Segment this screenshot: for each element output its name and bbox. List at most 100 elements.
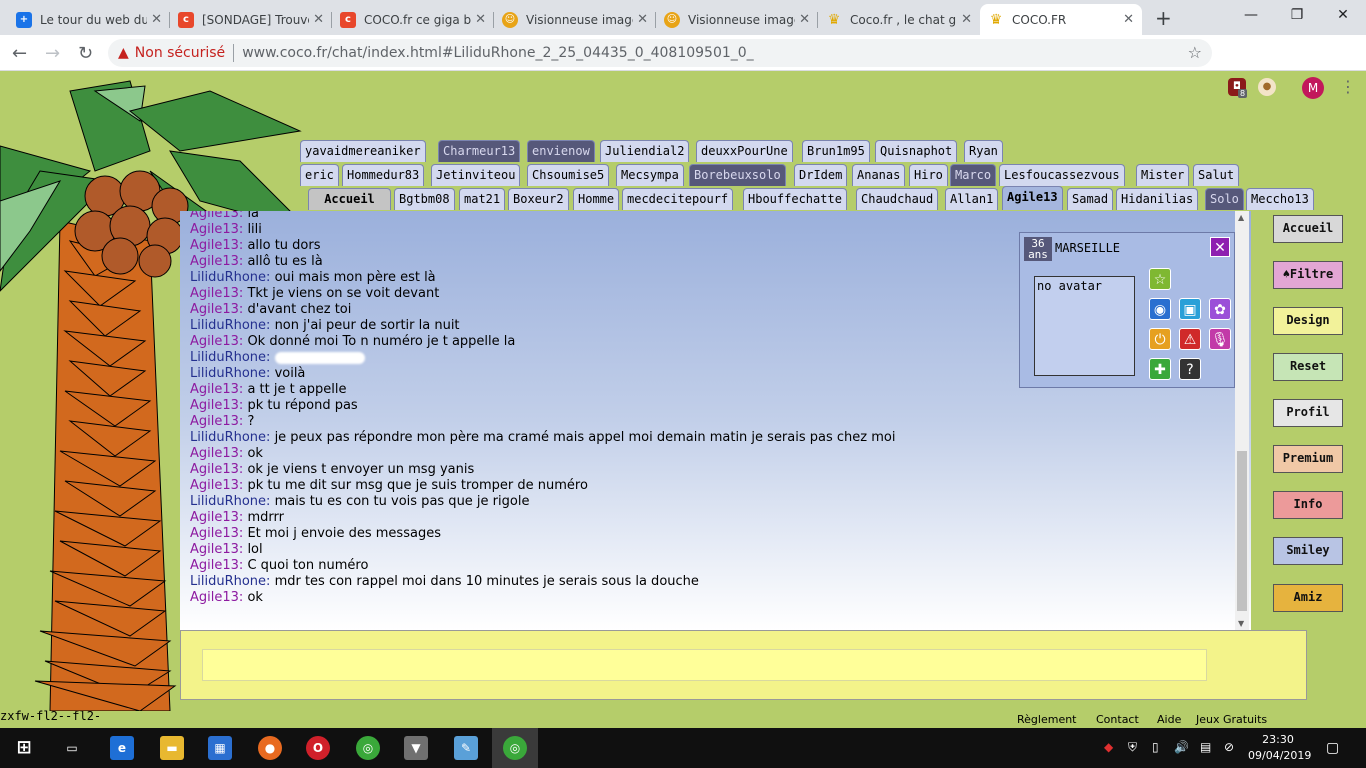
scrollbar-thumb[interactable] xyxy=(1237,451,1247,611)
chrome-icon[interactable]: ◎ xyxy=(356,736,380,760)
chat-tab[interactable]: Samad xyxy=(1067,188,1114,210)
chat-tab[interactable]: Hidanilias xyxy=(1116,188,1199,210)
chat-tab[interactable]: Hbouffechatte xyxy=(743,188,847,210)
chat-tab[interactable]: Bgtbm08 xyxy=(394,188,455,210)
message-nick[interactable]: Agile13 xyxy=(190,398,239,413)
close-window-icon[interactable]: ✕ xyxy=(1320,4,1366,28)
new-tab-icon[interactable]: + xyxy=(1155,6,1172,30)
alert-report-icon[interactable]: ⚠ xyxy=(1179,328,1201,350)
url-omnibox[interactable]: ▲ Non sécurisé www.coco.fr/chat/index.ht… xyxy=(108,39,1212,67)
message-nick[interactable]: Agile13 xyxy=(190,414,239,429)
chat-tab[interactable]: Mecsympa xyxy=(616,164,684,186)
notification-muted-icon[interactable]: ⊘ xyxy=(1224,740,1234,754)
message-nick[interactable]: LiliduRhone xyxy=(190,318,266,333)
message-nick[interactable]: Agile13 xyxy=(190,382,239,397)
message-nick[interactable]: Agile13 xyxy=(190,302,239,317)
chat-tab[interactable]: Homme xyxy=(573,188,620,210)
browser-tab[interactable]: ☺ Visionneuse image ✕ xyxy=(656,4,818,35)
message-nick[interactable]: Agile13 xyxy=(190,590,239,605)
flower-gift-icon[interactable]: ✿ xyxy=(1209,298,1231,320)
filtre-button[interactable]: ♠Filtre xyxy=(1273,261,1343,289)
message-nick[interactable]: Agile13 xyxy=(190,558,239,573)
close-tab-icon[interactable]: ✕ xyxy=(475,12,486,27)
windows-start-icon[interactable]: ⊞ xyxy=(12,736,36,760)
volume-icon[interactable]: 🔊 xyxy=(1174,740,1189,754)
close-tab-icon[interactable]: ✕ xyxy=(961,12,972,27)
chat-tab[interactable]: Charmeur13 xyxy=(438,140,521,162)
webcam-icon[interactable]: ◉ xyxy=(1149,298,1171,320)
close-tab-icon[interactable]: ✕ xyxy=(799,12,810,27)
paint-icon[interactable]: ✎ xyxy=(454,736,478,760)
maximize-icon[interactable]: ❐ xyxy=(1274,4,1320,28)
chat-tab[interactable]: Salut xyxy=(1193,164,1240,186)
close-tab-icon[interactable]: ✕ xyxy=(151,12,162,27)
network-icon[interactable]: ▤ xyxy=(1200,740,1211,754)
close-profile-icon[interactable]: ✕ xyxy=(1210,237,1230,257)
close-tab-icon[interactable]: ✕ xyxy=(637,12,648,27)
chat-tab[interactable]: Brun1m95 xyxy=(802,140,870,162)
message-nick[interactable]: LiliduRhone xyxy=(190,366,266,381)
message-nick[interactable]: LiliduRhone xyxy=(190,494,266,509)
info-button[interactable]: Info xyxy=(1273,491,1343,519)
close-tab-icon[interactable]: ✕ xyxy=(1123,12,1134,27)
scroll-up-arrow-icon[interactable]: ▲ xyxy=(1238,213,1244,222)
bookmark-star-icon[interactable]: ☆ xyxy=(1188,43,1202,62)
message-nick[interactable]: Agile13 xyxy=(190,222,239,237)
edge-icon[interactable]: e xyxy=(110,736,134,760)
amiz-button[interactable]: Amiz xyxy=(1273,584,1343,612)
message-nick[interactable]: LiliduRhone xyxy=(190,430,266,445)
message-nick[interactable]: LiliduRhone xyxy=(190,270,266,285)
task-view-icon[interactable]: ▭ xyxy=(60,736,84,760)
chat-tab[interactable]: Boxeur2 xyxy=(508,188,569,210)
chat-tab[interactable]: Meccho13 xyxy=(1246,188,1314,210)
microphone-icon[interactable]: 🎙 xyxy=(1209,328,1231,350)
chat-tab[interactable]: mat21 xyxy=(459,188,506,210)
system-clock[interactable]: 23:30 09/04/2019 xyxy=(1248,732,1311,764)
url-text[interactable]: www.coco.fr/chat/index.html#LiliduRhone_… xyxy=(242,45,754,61)
chat-scrollbar[interactable]: ▲ ▼ xyxy=(1235,211,1249,630)
accueil-button[interactable]: Accueil xyxy=(1273,215,1343,243)
chat-tab[interactable]: Mister xyxy=(1136,164,1190,186)
message-nick[interactable]: Agile13 xyxy=(190,542,239,557)
chat-tab[interactable]: Hiro xyxy=(909,164,948,186)
forward-icon[interactable]: → xyxy=(45,43,60,64)
chat-tab[interactable]: Lesfoucassezvous xyxy=(999,164,1125,186)
message-nick[interactable]: Agile13 xyxy=(190,526,239,541)
message-input[interactable] xyxy=(202,649,1207,681)
star-favorite-icon[interactable]: ☆ xyxy=(1149,268,1171,290)
help-question-icon[interactable]: ? xyxy=(1179,358,1201,380)
scroll-down-arrow-icon[interactable]: ▼ xyxy=(1238,619,1244,628)
reglement-link[interactable]: Règlement xyxy=(1017,713,1077,726)
usb-tray-icon[interactable]: ▯ xyxy=(1152,740,1159,754)
browser-tab[interactable]: ☺ Visionneuse image ✕ xyxy=(494,4,656,35)
browser-tab[interactable]: + Le tour du web du ✕ xyxy=(8,4,170,35)
browser-tab[interactable]: c [SONDAGE] Trouve ✕ xyxy=(170,4,332,35)
smiley-button[interactable]: Smiley xyxy=(1273,537,1343,565)
message-nick[interactable]: Agile13 xyxy=(190,238,239,253)
chrome-active-icon[interactable]: ◎ xyxy=(503,736,527,760)
opera-icon[interactable]: O xyxy=(306,736,330,760)
file-explorer-icon[interactable]: ▬ xyxy=(160,736,184,760)
cookie-extension-icon[interactable]: ● xyxy=(1258,78,1276,96)
browser-tab[interactable]: ♛ Coco.fr , le chat gr ✕ xyxy=(818,4,980,35)
chat-tab[interactable]: Chaudchaud xyxy=(856,188,939,210)
installer-icon[interactable]: ▼ xyxy=(404,736,428,760)
chat-tab[interactable]: Hommedur83 xyxy=(342,164,425,186)
chat-tab[interactable]: Juliendial2 xyxy=(600,140,690,162)
reload-icon[interactable]: ↻ xyxy=(78,43,93,64)
chat-tab[interactable]: Ryan xyxy=(964,140,1003,162)
chat-tab[interactable]: yavaidmereaniker xyxy=(300,140,426,162)
chat-tab-active[interactable]: Agile13 xyxy=(1002,186,1063,210)
design-button[interactable]: Design xyxy=(1273,307,1343,335)
chat-tab[interactable]: DrIdem xyxy=(794,164,848,186)
chat-tab[interactable]: mecdecitepourf xyxy=(622,188,734,210)
message-nick[interactable]: Agile13 xyxy=(190,334,239,349)
menu-kebab-icon[interactable]: ⋮ xyxy=(1340,77,1356,96)
chat-tab-accueil[interactable]: Accueil xyxy=(308,188,391,210)
pc-link-icon[interactable]: ▣ xyxy=(1179,298,1201,320)
chat-tab[interactable]: Borebeuxsolo xyxy=(689,164,786,186)
jeux-gratuits-link[interactable]: Jeux Gratuits xyxy=(1196,713,1267,726)
message-nick[interactable]: Agile13 xyxy=(190,254,239,269)
message-nick[interactable]: Agile13 xyxy=(190,286,239,301)
shield-tray-icon[interactable]: ⛨ xyxy=(1128,740,1137,755)
